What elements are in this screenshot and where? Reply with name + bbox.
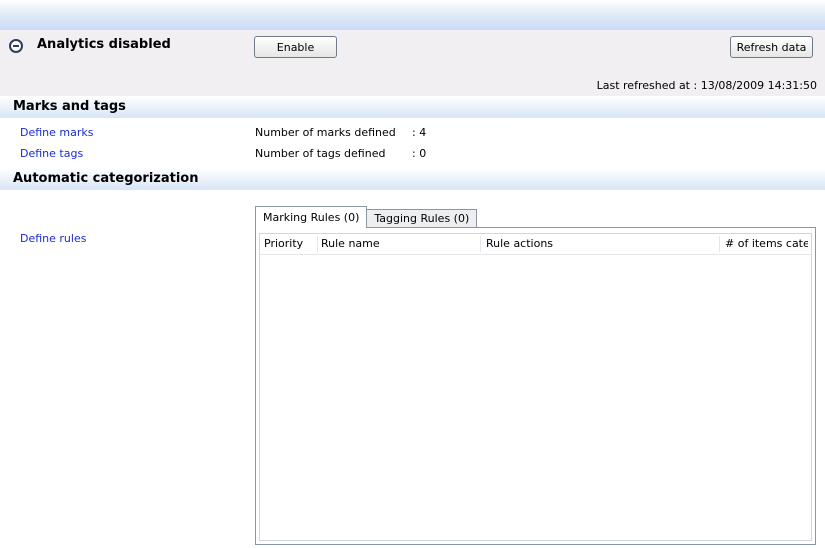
rules-list[interactable]: Priority Rule name Rule actions # of ite… bbox=[259, 233, 812, 541]
tab-tagging-rules[interactable]: Tagging Rules (0) bbox=[366, 209, 478, 228]
marks-and-tags-header: Marks and tags bbox=[0, 96, 825, 118]
marks-count-value: : 4 bbox=[412, 126, 427, 139]
marks-count-label: Number of marks defined bbox=[255, 126, 396, 139]
column-divider[interactable] bbox=[719, 236, 720, 252]
column-items-categorized[interactable]: # of items cate bbox=[725, 237, 808, 250]
column-divider[interactable] bbox=[317, 236, 318, 252]
tags-count-value: : 0 bbox=[412, 147, 427, 160]
analytics-status-panel: Analytics disabled Enable Refresh data L… bbox=[0, 30, 825, 96]
column-divider[interactable] bbox=[480, 236, 481, 252]
define-tags-link[interactable]: Define tags bbox=[20, 147, 83, 160]
tab-marking-rules[interactable]: Marking Rules (0) bbox=[255, 206, 368, 228]
rules-grid-header: Priority Rule name Rule actions # of ite… bbox=[260, 234, 811, 255]
column-rule-name[interactable]: Rule name bbox=[321, 237, 477, 250]
analytics-status-text: Analytics disabled bbox=[37, 37, 171, 52]
enable-button[interactable]: Enable bbox=[254, 36, 337, 58]
window-top-band bbox=[0, 0, 825, 30]
rules-grid: Priority Rule name Rule actions # of ite… bbox=[255, 227, 816, 545]
column-priority[interactable]: Priority bbox=[264, 237, 322, 250]
minus-circle-icon bbox=[9, 39, 23, 53]
tags-count-label: Number of tags defined bbox=[255, 147, 386, 160]
rules-tabs: Marking Rules (0) Tagging Rules (0) bbox=[255, 206, 478, 228]
define-rules-link[interactable]: Define rules bbox=[20, 232, 86, 245]
automatic-categorization-header: Automatic categorization bbox=[0, 168, 825, 190]
define-marks-link[interactable]: Define marks bbox=[20, 126, 93, 139]
column-rule-actions[interactable]: Rule actions bbox=[486, 237, 716, 250]
last-refreshed-text: Last refreshed at : 13/08/2009 14:31:50 bbox=[596, 79, 817, 92]
refresh-data-button[interactable]: Refresh data bbox=[730, 36, 813, 58]
